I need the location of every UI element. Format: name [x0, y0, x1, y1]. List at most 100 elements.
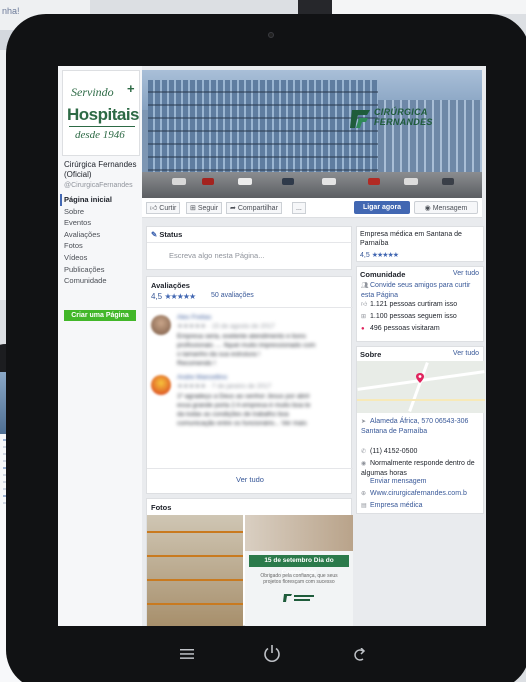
- page-handle[interactable]: @CirurgicaFernandes: [64, 181, 140, 190]
- messenger-icon: ◉: [361, 461, 367, 467]
- response-time: ◉ Normalmente responde dentro de algumas …: [361, 459, 483, 478]
- divider: [147, 307, 353, 308]
- photos-title: Fotos: [151, 503, 172, 512]
- power-icon[interactable]: [262, 644, 282, 664]
- star-rating-icon: ★★★★★: [371, 252, 399, 259]
- logo-divider: [69, 126, 135, 127]
- photo-warehouse[interactable]: [147, 515, 243, 626]
- status-title: ✎ Status: [151, 230, 182, 239]
- cover-car: [172, 178, 186, 185]
- follows-count-label: 1.100 pessoas seguem isso: [370, 313, 457, 320]
- messenger-icon: ◉: [424, 205, 431, 212]
- cover-photo[interactable]: CIRÚRGICA FERNANDES: [142, 70, 482, 198]
- invite-friends[interactable]: 👥︎Convide seus amigos para curtir esta P…: [361, 281, 483, 300]
- review-item: Alex Freitas ★★★★★ · 15 de agosto de 201…: [147, 311, 353, 367]
- review-text: 1º agradeço a Deus ao senhor Jesus por a…: [177, 393, 310, 400]
- nav-item-reviews[interactable]: Avaliações: [64, 229, 140, 241]
- photo-buyers-day[interactable]: 15 de setembro Dia do Comprador Obrigado…: [245, 515, 353, 626]
- avatar[interactable]: [151, 315, 171, 335]
- website-link[interactable]: ⊕ Www.cirurgicafernandes.com.b: [361, 489, 483, 499]
- like-button[interactable]: 👍︎ Curtir: [146, 202, 181, 214]
- logo-line-2: Hospitais: [67, 105, 140, 124]
- photo-banner: 15 de setembro Dia do Comprador: [249, 555, 349, 576]
- divider: [147, 468, 353, 469]
- avatar[interactable]: [151, 375, 171, 395]
- call-now-button[interactable]: Ligar agora: [354, 201, 410, 214]
- page-rating[interactable]: 4,5 ★★★★★: [360, 251, 399, 259]
- status-title-text: Status: [159, 230, 183, 239]
- address[interactable]: ➤ Alameda África, 570 06543-306 Santana d…: [361, 417, 483, 436]
- shelf: [147, 579, 243, 581]
- follow-button[interactable]: ⊞ Seguir: [186, 202, 223, 214]
- reviews-title: Avaliações: [151, 281, 190, 290]
- community-card: Comunidade Ver tudo 👥︎Convide seus amigo…: [356, 266, 484, 342]
- pencil-icon: ✎: [151, 230, 158, 239]
- nav-item-about[interactable]: Sobre: [64, 206, 140, 218]
- cover-brand-line-1: CIRÚRGICA: [374, 107, 428, 117]
- nav-item-posts[interactable]: Publicações: [64, 264, 140, 276]
- page-name[interactable]: Cirúrgica Fernandes (Oficial): [64, 160, 140, 180]
- nav-item-events[interactable]: Eventos: [64, 217, 140, 229]
- review-text: Empresa seria, exelente atendimento e bo…: [177, 333, 306, 340]
- people-icon: 👥︎: [361, 283, 369, 289]
- camera-icon: [268, 32, 274, 38]
- cover-brand-logo: CIRÚRGICA FERNANDES: [348, 104, 440, 136]
- nav-item-home[interactable]: Página inicial: [60, 194, 140, 206]
- rss-icon: ⊞: [361, 314, 367, 320]
- reviewer-name[interactable]: Andre Mancellino: [177, 373, 227, 382]
- reviewer-name[interactable]: Alex Freitas: [177, 313, 211, 322]
- community-see-all-link[interactable]: Ver tudo: [453, 270, 479, 277]
- cover-car: [322, 178, 336, 185]
- nav-item-community[interactable]: Comunidade: [64, 275, 140, 287]
- phone-label: (11) 4152-0500: [370, 448, 418, 455]
- review-item: Andre Mancellino ★★★★★ · 7 de janeiro de…: [147, 371, 353, 427]
- logo-line-1: Servindo: [71, 85, 114, 99]
- more-button[interactable]: ...: [292, 202, 306, 214]
- photo-caption: Obrigado pela confiança, que seus projet…: [260, 573, 338, 585]
- location-map[interactable]: [357, 361, 485, 413]
- about-see-all-link[interactable]: Ver tudo: [453, 350, 479, 357]
- cover-parking-lot: [142, 172, 482, 198]
- cover-car: [282, 178, 294, 185]
- send-message-label: Enviar mensagem: [370, 478, 427, 485]
- thumbs-up-icon: 👍︎: [361, 302, 368, 308]
- message-button[interactable]: ◉ Mensagem: [414, 201, 478, 214]
- background-laptop-text: nha!: [2, 6, 20, 16]
- cover-car: [202, 178, 214, 185]
- send-message-link[interactable]: Enviar mensagem: [361, 477, 483, 486]
- share-label: Compartilhar: [237, 205, 278, 212]
- tag-icon: ▤: [361, 503, 367, 509]
- menu-icon[interactable]: [180, 648, 194, 660]
- reviews-count[interactable]: 50 avaliações: [211, 292, 254, 299]
- cover-car: [238, 178, 252, 185]
- map-pin-icon: ●: [361, 326, 365, 332]
- page-nav: Página inicial Sobre Eventos Avaliações …: [60, 194, 140, 287]
- page-profile-picture[interactable]: Servindo + Hospitais desde 1946: [62, 70, 140, 156]
- share-button[interactable]: ➦ Compartilhar: [226, 202, 282, 214]
- back-icon[interactable]: [350, 648, 366, 662]
- phone[interactable]: ✆ (11) 4152-0500: [361, 447, 483, 457]
- response-time-label: Normalmente responde dentro de algumas h…: [361, 460, 475, 477]
- share-icon: ➦: [230, 205, 236, 212]
- rss-icon: ⊞: [190, 205, 196, 212]
- page-rating-value: 4,5: [360, 252, 370, 259]
- nav-item-photos[interactable]: Fotos: [64, 240, 140, 252]
- phone-icon: ✆: [361, 449, 367, 455]
- shelf: [147, 531, 243, 533]
- review-text: profissionais .... fiquei muito impressi…: [177, 342, 316, 349]
- page-action-bar: 👍︎ Curtir ⊞ Seguir ➦ Compartilhar ... Li…: [142, 198, 482, 218]
- divider: [147, 242, 353, 243]
- category-link[interactable]: ▤ Empresa médica: [361, 501, 483, 511]
- website-label: Www.cirurgicafernandes.com.b: [370, 490, 467, 497]
- reviews-score-value: 4,5: [151, 292, 163, 301]
- shelf: [147, 603, 243, 605]
- reviews-see-all-link[interactable]: Ver tudo: [147, 475, 353, 484]
- review-text: essa grande porta 2 A empresa é muito bo…: [177, 402, 311, 409]
- create-page-button[interactable]: Criar uma Página: [64, 310, 136, 321]
- logo-plus-icon: +: [127, 81, 135, 96]
- review-date: ★★★★★ · 15 de agosto de 2017: [177, 323, 275, 330]
- facebook-page-screen: Servindo + Hospitais desde 1946 Cirúrgic…: [58, 66, 486, 626]
- nav-item-videos[interactable]: Vídeos: [64, 252, 140, 264]
- status-input[interactable]: Escreva algo nesta Página...: [169, 251, 264, 260]
- cover-car: [404, 178, 418, 185]
